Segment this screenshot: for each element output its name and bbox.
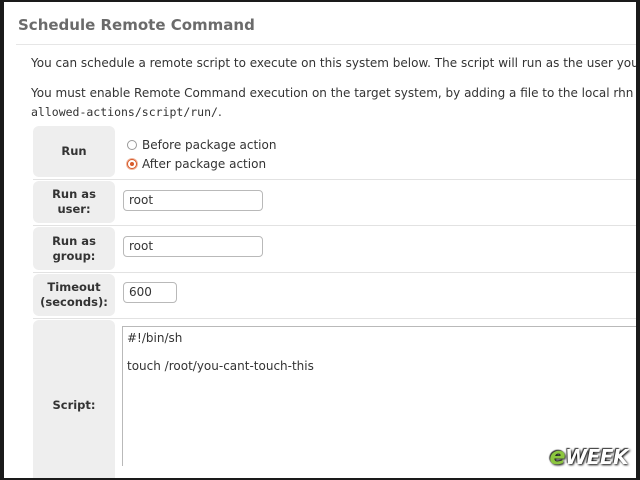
timeout-label-line1: Timeout bbox=[47, 280, 101, 294]
timeout-label: Timeout (seconds): bbox=[33, 274, 115, 316]
run-as-group-row: Run as group: root bbox=[33, 227, 636, 273]
title-divider bbox=[16, 44, 636, 45]
timeout-row: Timeout (seconds): 600 bbox=[33, 274, 636, 319]
run-as-group-field: root bbox=[121, 227, 636, 272]
config-instructions: You must enable Remote Command execution… bbox=[31, 86, 636, 100]
script-line: touch /root/you-cant-touch-this bbox=[127, 359, 314, 373]
run-as-group-input[interactable]: root bbox=[123, 236, 263, 257]
script-line bbox=[127, 345, 636, 359]
config-path-end: . bbox=[217, 105, 222, 119]
eweek-watermark: eWEEK bbox=[549, 442, 628, 470]
timeout-input[interactable]: 600 bbox=[123, 282, 177, 303]
intro-text: You can schedule a remote script to exec… bbox=[31, 56, 636, 70]
run-as-user-input[interactable]: root bbox=[123, 190, 263, 211]
after-package-action-option[interactable]: After package action bbox=[127, 157, 266, 171]
run-as-user-label-line2: user: bbox=[57, 202, 91, 216]
run-row: Run Before package action After package … bbox=[33, 126, 636, 180]
timeout-label-line2: (seconds): bbox=[40, 295, 108, 309]
config-path: allowed-actions/script/run/ bbox=[31, 105, 218, 119]
script-line: #!/bin/sh bbox=[127, 331, 183, 345]
before-package-action-label[interactable]: Before package action bbox=[142, 138, 276, 152]
watermark-week: WEEK bbox=[565, 445, 628, 469]
run-options: Before package action After package acti… bbox=[121, 126, 636, 179]
run-as-user-label-line1: Run as bbox=[52, 187, 96, 201]
timeout-field: 600 bbox=[121, 274, 636, 318]
run-as-user-field: root bbox=[121, 181, 636, 225]
run-as-user-label: Run as user: bbox=[33, 181, 115, 223]
run-label-text: Run bbox=[61, 144, 87, 158]
watermark-e: e bbox=[549, 442, 566, 470]
script-label-text: Script: bbox=[52, 397, 96, 412]
run-label: Run bbox=[33, 126, 115, 177]
config-path-line: allowed-actions/script/run/. bbox=[31, 101, 222, 120]
run-as-group-label-line1: Run as bbox=[52, 233, 96, 248]
run-as-user-row: Run as user: root bbox=[33, 181, 636, 226]
script-label: Script: bbox=[33, 320, 115, 478]
before-package-action-radio[interactable] bbox=[127, 140, 137, 150]
page-title: Schedule Remote Command bbox=[18, 16, 255, 34]
run-as-group-label-line2: group: bbox=[52, 248, 96, 263]
before-package-action-option[interactable]: Before package action bbox=[127, 138, 276, 152]
run-as-group-label: Run as group: bbox=[33, 227, 115, 270]
after-package-action-radio[interactable] bbox=[127, 159, 137, 169]
schedule-remote-command-panel: Schedule Remote Command You can schedule… bbox=[4, 2, 636, 478]
after-package-action-label[interactable]: After package action bbox=[142, 157, 266, 171]
script-row: Script: #!/bin/sh touch /root/you-cant-t… bbox=[33, 320, 636, 478]
